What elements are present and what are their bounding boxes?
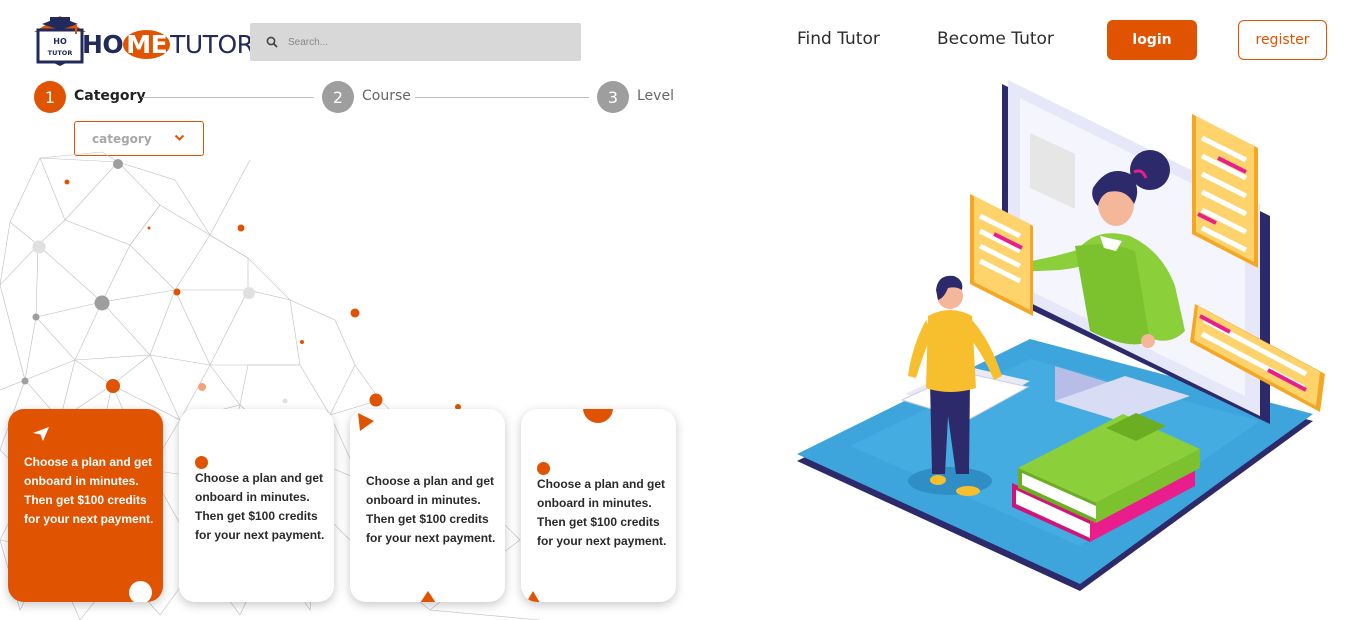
category-selected-value: category [92,131,152,146]
logo-ho: HO [82,30,124,59]
logo-badge-bottom: TUTOR [48,49,73,57]
plan-card-line: for your next payment. [24,512,154,526]
search-input[interactable] [288,36,568,48]
register-button[interactable]: register [1238,20,1327,60]
plan-card-1[interactable]: Choose a plan and get onboard in minutes… [8,409,163,602]
plan-card-line: onboard in minutes. [24,474,139,488]
logo-badge-top: HO [53,37,67,46]
plan-card-2[interactable]: Choose a plan and get onboard in minutes… [179,409,334,602]
plan-card-text: Choose a plan and get onboard in minutes… [537,475,667,551]
plan-card-line: Then get $100 credits [195,509,318,523]
online-tutoring-illustration [797,80,1325,591]
plan-card-3[interactable]: Choose a plan and get onboard in minutes… [350,409,505,602]
header: HO TUTOR HOMETUTOR Find Tutor Become Tut… [0,0,1351,80]
plan-card-text: Choose a plan and get onboard in minutes… [195,469,325,545]
plan-card-line: Then get $100 credits [24,493,147,507]
card-decoration-triangle [526,591,540,602]
step-2-circle[interactable]: 2 [322,81,354,113]
logo-wordmark: HO ME TUTOR [82,30,254,59]
step-1-label[interactable]: Category [74,88,146,104]
logo-tutor: TUTOR [170,30,254,59]
plan-card-line: Choose a plan and get [24,455,153,469]
plan-card-line: onboard in minutes. [537,496,652,510]
step-connector [415,97,589,98]
course-stepper: 1 Category 2 Course 3 Level [34,81,684,113]
plan-card-line: Then get $100 credits [537,515,660,529]
find-tutor-link[interactable]: Find Tutor [797,29,880,49]
plan-card-line: Choose a plan and get [366,474,495,488]
card-decoration-triangle [358,413,374,431]
plan-card-line: Choose a plan and get [537,477,666,491]
plan-card-line: onboard in minutes. [366,493,481,507]
card-decoration-dot [129,581,152,602]
plan-card-4[interactable]: Choose a plan and get onboard in minutes… [521,409,676,602]
plan-card-line: Choose a plan and get [195,471,324,485]
plan-card-line: Then get $100 credits [366,512,489,526]
search-icon [266,36,278,48]
step-connector [142,97,314,98]
home-tutor-logo[interactable]: HO TUTOR HO ME TUTOR [30,14,254,66]
chevron-down-icon [174,134,185,141]
become-tutor-link[interactable]: Become Tutor [937,29,1054,49]
search-bar[interactable] [250,23,581,61]
plan-card-line: for your next payment. [537,534,667,548]
card-decoration-dot [537,462,550,475]
plan-card-text: Choose a plan and get onboard in minutes… [366,472,496,548]
step-2-label[interactable]: Course [362,88,411,104]
send-arrow-icon [33,427,49,441]
graduation-house-logo-icon: HO TUTOR [34,16,86,66]
plan-card-text: Choose a plan and get onboard in minutes… [24,453,154,529]
step-3-circle[interactable]: 3 [597,81,629,113]
plan-card-line: onboard in minutes. [195,490,310,504]
login-button[interactable]: login [1107,20,1197,60]
step-3-label[interactable]: Level [637,88,674,104]
card-decoration-triangle [420,591,436,602]
card-decoration-dot [583,409,613,423]
plan-card-line: for your next payment. [195,528,325,542]
step-1-circle[interactable]: 1 [34,81,66,113]
plan-card-line: for your next payment. [366,531,496,545]
card-decoration-dot [195,456,208,469]
logo-me: ME [123,30,171,59]
